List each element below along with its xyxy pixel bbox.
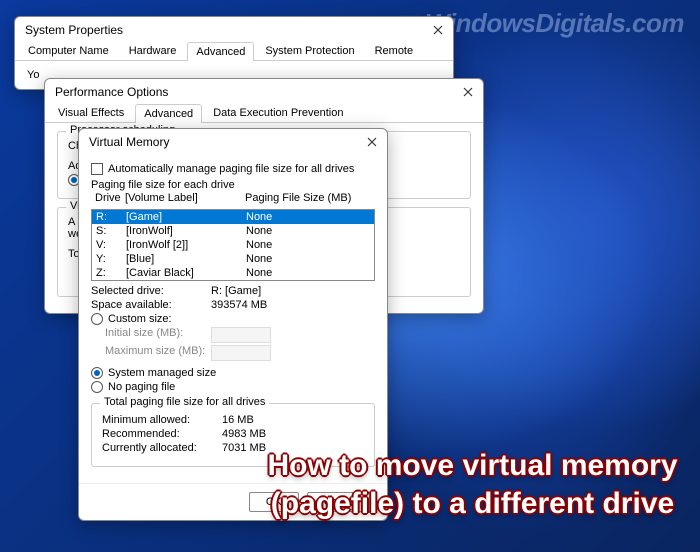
- no-paging-file-radio[interactable]: No paging file: [91, 381, 375, 393]
- drive-list[interactable]: R:[Game]NoneS:[IronWolf]NoneV:[IronWolf …: [91, 209, 375, 281]
- tab-system-protection[interactable]: System Protection: [256, 41, 363, 60]
- selected-drive-label: Selected drive:: [91, 285, 211, 297]
- truncated-text: Yo: [27, 69, 39, 81]
- recommended-value: 4983 MB: [222, 428, 266, 440]
- drive-label: [Game]: [126, 211, 216, 223]
- initial-size-row: Initial size (MB):: [91, 327, 375, 343]
- radio-label: Custom size:: [108, 313, 172, 325]
- tabs: Computer Name Hardware Advanced System P…: [15, 41, 453, 61]
- radio-label: No paging file: [108, 381, 175, 393]
- space-available-label: Space available:: [91, 299, 211, 311]
- drive-letter: V:: [96, 239, 126, 251]
- drive-letter: Y:: [96, 253, 126, 265]
- watermark-text: WindowsDigitals.com: [425, 8, 684, 39]
- minimum-allowed-row: Minimum allowed: 16 MB: [102, 414, 364, 426]
- drive-letter: Z:: [96, 267, 126, 279]
- drive-row[interactable]: Z:[Caviar Black]None: [92, 266, 374, 280]
- minimum-allowed-value: 16 MB: [222, 414, 254, 426]
- radio-icon: [91, 313, 103, 325]
- currently-allocated-label: Currently allocated:: [102, 442, 222, 454]
- space-available-row: Space available: 393574 MB: [91, 299, 375, 311]
- drive-size: None: [216, 239, 370, 251]
- maximum-size-input: [211, 345, 271, 361]
- drive-size: None: [216, 225, 370, 237]
- maximum-size-label: Maximum size (MB):: [91, 345, 211, 361]
- window-title: Virtual Memory: [89, 135, 169, 149]
- group-title: Total paging file size for all drives: [100, 396, 269, 408]
- selected-drive-row: Selected drive: R: [Game]: [91, 285, 375, 297]
- col-volume-label: [Volume Label]: [125, 192, 215, 204]
- tab-advanced[interactable]: Advanced: [135, 104, 202, 123]
- recommended-label: Recommended:: [102, 428, 222, 440]
- close-icon[interactable]: [461, 85, 475, 99]
- tabs: Visual Effects Advanced Data Execution P…: [45, 103, 483, 123]
- system-managed-radio[interactable]: System managed size: [91, 367, 375, 379]
- drive-row[interactable]: Y:[Blue]None: [92, 252, 374, 266]
- window-title: System Properties: [25, 23, 123, 37]
- list-caption: Paging file size for each drive: [91, 179, 375, 191]
- drive-label: [IronWolf]: [126, 225, 216, 237]
- maximum-size-row: Maximum size (MB):: [91, 345, 375, 361]
- initial-size-label: Initial size (MB):: [91, 327, 211, 343]
- close-icon[interactable]: [431, 23, 445, 37]
- auto-manage-checkbox[interactable]: Automatically manage paging file size fo…: [91, 163, 375, 175]
- window-title: Performance Options: [55, 85, 168, 99]
- titlebar[interactable]: System Properties: [15, 17, 453, 41]
- col-drive: Drive: [95, 192, 125, 204]
- drive-size: None: [216, 253, 370, 265]
- tab-computer-name[interactable]: Computer Name: [19, 41, 118, 60]
- tab-dep[interactable]: Data Execution Prevention: [204, 103, 352, 122]
- tab-hardware[interactable]: Hardware: [120, 41, 186, 60]
- drive-size: None: [216, 211, 370, 223]
- radio-label: System managed size: [108, 367, 216, 379]
- currently-allocated-value: 7031 MB: [222, 442, 266, 454]
- drive-row[interactable]: R:[Game]None: [92, 210, 374, 224]
- initial-size-input: [211, 327, 271, 343]
- radio-icon: [91, 367, 103, 379]
- drive-size: None: [216, 267, 370, 279]
- close-icon[interactable]: [365, 135, 379, 149]
- tab-remote[interactable]: Remote: [366, 41, 423, 60]
- custom-size-radio[interactable]: Custom size:: [91, 313, 375, 325]
- tab-advanced[interactable]: Advanced: [187, 42, 254, 61]
- tab-visual-effects[interactable]: Visual Effects: [49, 103, 133, 122]
- titlebar[interactable]: Performance Options: [45, 79, 483, 103]
- drive-label: [Caviar Black]: [126, 267, 216, 279]
- space-available-value: 393574 MB: [211, 299, 267, 311]
- checkbox-icon: [91, 163, 103, 175]
- drive-letter: R:: [96, 211, 126, 223]
- checkbox-label: Automatically manage paging file size fo…: [108, 163, 354, 175]
- drive-label: [Blue]: [126, 253, 216, 265]
- vm-body: Automatically manage paging file size fo…: [79, 153, 387, 483]
- recommended-row: Recommended: 4983 MB: [102, 428, 364, 440]
- col-paging-size: Paging File Size (MB): [215, 192, 371, 204]
- drive-row[interactable]: S:[IronWolf]None: [92, 224, 374, 238]
- radio-icon: [91, 381, 103, 393]
- drive-list-header: Drive [Volume Label] Paging File Size (M…: [91, 191, 375, 205]
- article-headline: How to move virtual memory (pagefile) to…: [265, 447, 680, 522]
- drive-label: [IronWolf [2]]: [126, 239, 216, 251]
- titlebar[interactable]: Virtual Memory: [79, 129, 387, 153]
- drive-row[interactable]: V:[IronWolf [2]]None: [92, 238, 374, 252]
- selected-drive-value: R: [Game]: [211, 285, 261, 297]
- minimum-allowed-label: Minimum allowed:: [102, 414, 222, 426]
- drive-letter: S:: [96, 225, 126, 237]
